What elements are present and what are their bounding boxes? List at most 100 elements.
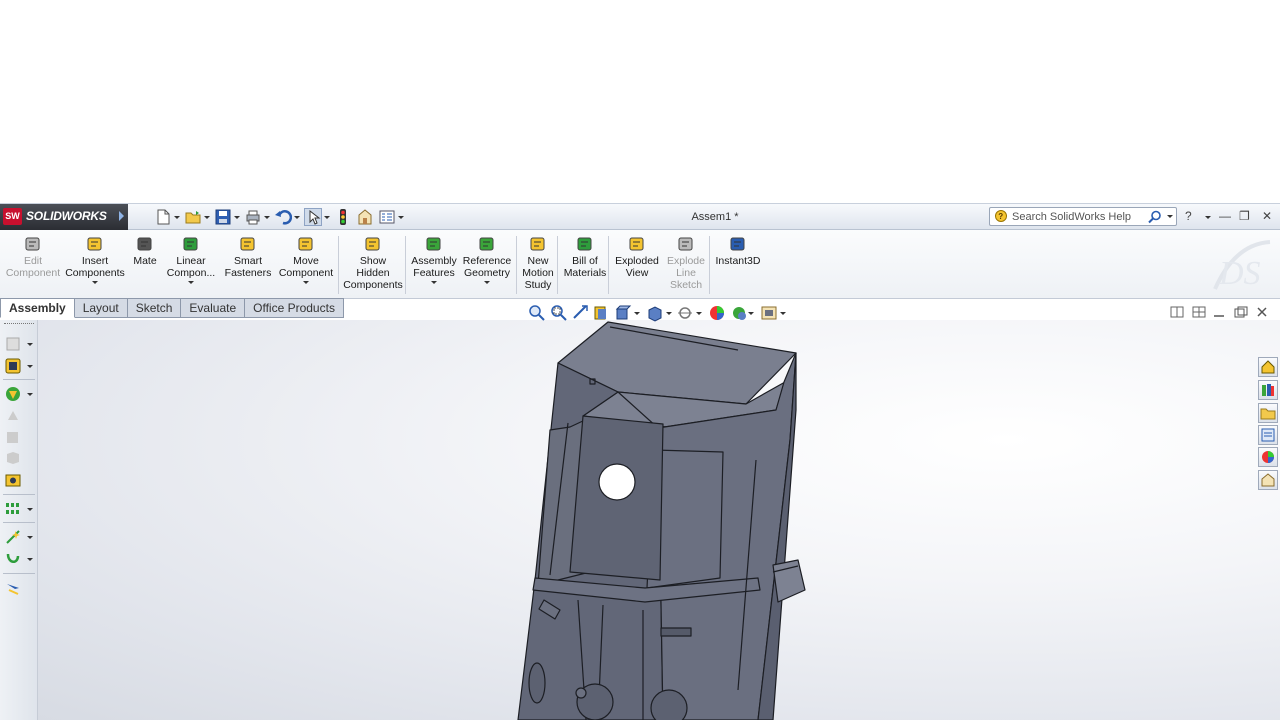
pattern-tool-icon[interactable] [5, 501, 21, 517]
dropdown-icon[interactable] [27, 343, 33, 346]
tab-evaluate[interactable]: Evaluate [181, 298, 246, 318]
cmd-label: Line [676, 267, 696, 279]
cmd-move-component-button[interactable]: Move Component [277, 232, 335, 284]
dropdown-icon[interactable] [27, 536, 33, 539]
zoom-to-fit-icon[interactable] [528, 304, 546, 322]
minimize-button[interactable]: — [1219, 209, 1231, 223]
help-search-box[interactable]: ? [989, 207, 1177, 226]
separator [557, 236, 558, 294]
help-button[interactable]: ? [1185, 209, 1192, 223]
dropdown-icon[interactable] [431, 281, 437, 284]
cmd-bill-of-materials-button[interactable]: Bill of Materials [561, 232, 609, 279]
cmd-reference-geometry-button[interactable]: Reference Geometry [460, 232, 514, 284]
cmd-explode-line-sketch-button[interactable]: Explode Line Sketch [664, 232, 708, 291]
cmd-label: New [527, 255, 549, 267]
viewport-minimize-icon[interactable] [1213, 306, 1225, 318]
dropdown-icon[interactable] [780, 312, 786, 315]
cmd-label: Explode [667, 255, 705, 267]
separator [405, 236, 406, 294]
separator [3, 379, 35, 380]
view-orientation-icon[interactable] [614, 304, 632, 322]
cmd-insert-components-button[interactable]: Insert Components [64, 232, 126, 284]
edit-component-tool-icon[interactable] [5, 336, 21, 352]
dropdown-icon[interactable] [92, 281, 98, 284]
help-search-input[interactable] [1012, 209, 1147, 224]
restore-button[interactable]: ❐ [1239, 209, 1250, 223]
dropdown-icon[interactable] [748, 312, 754, 315]
dropdown-icon[interactable] [27, 393, 33, 396]
cmd-assembly-features-button[interactable]: Assembly Features [408, 232, 460, 284]
left-toolbar [0, 320, 44, 720]
cmd-label: Components [65, 267, 125, 279]
mate-icon [136, 235, 154, 253]
cmd-instant3d-button[interactable]: Instant3D [712, 232, 764, 267]
cmd-label: Insert [81, 255, 109, 267]
appearances-tab[interactable] [1258, 447, 1278, 467]
dropdown-icon[interactable] [188, 281, 194, 284]
dropdown-icon[interactable] [27, 558, 33, 561]
tab-layout[interactable]: Layout [74, 298, 128, 318]
design-library-tab[interactable] [1258, 380, 1278, 400]
cmd-edit-component-button[interactable]: Edit Component [2, 232, 64, 279]
dropdown-icon[interactable] [303, 281, 309, 284]
toolbar-grip[interactable] [4, 323, 34, 327]
help-dropdown-icon[interactable] [1205, 216, 1211, 219]
display-style-icon[interactable] [646, 304, 664, 322]
reference-geometry-tool-icon[interactable] [5, 529, 21, 545]
assembly-features-icon [425, 235, 443, 253]
cmd-label: Sketch [669, 279, 703, 291]
search-icon[interactable] [1148, 210, 1162, 224]
dropdown-icon[interactable] [484, 281, 490, 284]
file-explorer-tab[interactable] [1258, 403, 1278, 423]
split-view-icon[interactable] [1170, 306, 1184, 318]
split-view-quad-icon[interactable] [1192, 306, 1206, 318]
separator [709, 236, 710, 294]
hide-show-tool-icon[interactable] [5, 450, 21, 466]
cmd-smart-fasteners-button[interactable]: Smart Fasteners [222, 232, 274, 279]
cmd-mate-button[interactable]: Mate [128, 232, 162, 267]
solidworks-resources-tab[interactable] [1258, 357, 1278, 377]
graphics-area[interactable] [38, 320, 1280, 720]
dropdown-icon[interactable] [696, 312, 702, 315]
rotate-tool-icon[interactable] [5, 429, 21, 445]
custom-properties-tab[interactable] [1258, 470, 1278, 490]
dropdown-icon[interactable] [27, 365, 33, 368]
cmd-exploded-view-button[interactable]: Exploded View [612, 232, 662, 279]
cmd-label: Features [413, 267, 455, 279]
cmd-label: Components [343, 279, 403, 291]
hide-show-items-icon[interactable] [676, 304, 694, 322]
instant3d-icon [729, 235, 747, 253]
dropdown-icon[interactable] [666, 312, 672, 315]
title-bar: SW SOLIDWORKS Assem1 * ? Search SolidWor… [0, 203, 1280, 230]
dropdown-icon[interactable] [634, 312, 640, 315]
zoom-to-area-icon[interactable] [550, 304, 568, 322]
search-dropdown-icon[interactable] [1167, 215, 1173, 218]
tab-assembly[interactable]: Assembly [0, 298, 75, 318]
cmd-motion-study-button[interactable]: New Motion Study [518, 232, 558, 291]
previous-view-icon[interactable] [572, 304, 590, 322]
viewport-restore-icon[interactable] [1234, 306, 1248, 318]
move-tool-icon[interactable] [5, 408, 21, 424]
smart-fastener-tool-icon[interactable] [5, 472, 21, 488]
apply-scene-icon[interactable] [730, 304, 748, 322]
view-settings-icon[interactable] [760, 304, 778, 322]
tab-sketch[interactable]: Sketch [127, 298, 182, 318]
instant3d-tool-icon[interactable] [5, 580, 21, 596]
section-view-icon[interactable] [592, 304, 610, 322]
curve-tool-icon[interactable] [5, 551, 21, 567]
cmd-show-hidden-button[interactable]: Show Hidden Components [340, 232, 406, 291]
mate-tool-icon[interactable] [5, 386, 21, 402]
cmd-label: Geometry [463, 267, 511, 279]
dropdown-icon[interactable] [27, 508, 33, 511]
ds-watermark-logo: DS [1213, 240, 1271, 292]
cmd-linear-pattern-button[interactable]: Linear Compon... [163, 232, 219, 284]
view-palette-tab[interactable] [1258, 425, 1278, 445]
motion-study-icon [529, 235, 547, 253]
tab-office-products[interactable]: Office Products [245, 298, 344, 318]
separator [3, 494, 35, 495]
close-button[interactable]: ✕ [1262, 209, 1272, 223]
viewport-close-icon[interactable] [1256, 306, 1268, 318]
edit-appearance-icon[interactable] [708, 304, 726, 322]
insert-component-tool-icon[interactable] [5, 358, 21, 374]
cmd-label: Edit [23, 255, 43, 267]
